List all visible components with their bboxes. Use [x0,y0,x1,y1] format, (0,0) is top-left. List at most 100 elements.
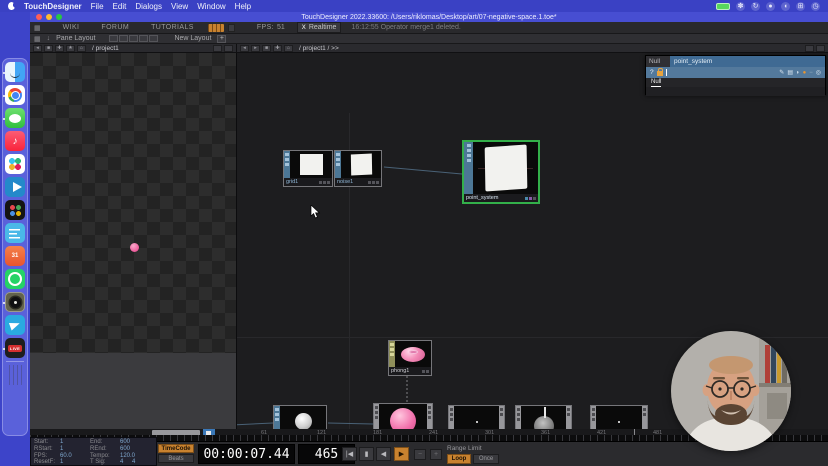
music-icon[interactable]: ♪ [5,131,25,151]
tsig-value-1[interactable]: 4 [120,459,132,466]
status-icon-3[interactable]: ● [766,2,775,11]
finder-icon[interactable] [5,62,25,82]
menu-help[interactable]: Help [235,2,251,11]
chrome-icon[interactable] [5,85,25,105]
geometry-viewport[interactable] [30,53,237,429]
beats-mode-button[interactable]: Beats [158,454,194,463]
lock-icon[interactable] [657,71,663,76]
parameter-dialog[interactable]: Null point_system ? ✎ ▤ ◗ ● − ◎ [645,55,826,95]
app-menu-icon[interactable]: ▦ [34,24,41,32]
node-noise1[interactable]: noise1 [334,150,382,187]
calendar-icon[interactable]: 31 [5,246,25,266]
start-value[interactable]: 1 [60,439,90,446]
play-forward-button[interactable]: ▶ [394,447,409,461]
node-input-rail[interactable] [464,142,473,194]
menu-app-name[interactable]: TouchDesigner [24,2,82,11]
layout-preset-3[interactable] [129,35,138,42]
network-pane-path[interactable]: / project1 / >> [299,45,339,52]
menu-window[interactable]: Window [197,2,225,11]
step-back-button[interactable]: − [414,449,426,460]
messages-icon[interactable] [5,108,25,128]
apple-icon[interactable] [8,2,15,10]
forum-link[interactable]: FORUM [101,24,129,31]
node-point-system[interactable]: point_system [462,140,540,204]
node-flags[interactable] [422,370,429,373]
node-phong1[interactable]: phong1 [388,340,432,376]
op-name-field[interactable]: point_system [670,56,825,67]
window-titlebar[interactable]: TouchDesigner 2022.33600: /Users/rikloma… [30,12,828,22]
touchdesigner-dock-icon[interactable] [5,292,25,312]
pane-back-icon[interactable]: ◂ [33,45,42,52]
telegram-icon[interactable] [5,315,25,335]
timecode-mode-button[interactable]: TimeCode [158,444,194,453]
slack-icon[interactable] [5,154,25,174]
node-grid1[interactable]: grid1 [283,150,333,187]
edit-icon[interactable]: ✎ [779,69,784,76]
pane-back-icon[interactable]: ◂ [240,45,249,52]
layout-preset-1[interactable] [109,35,118,42]
layout-preset-2[interactable] [119,35,128,42]
pane-home-icon[interactable]: ⌂ [77,45,86,52]
trash-icon[interactable] [5,365,25,385]
meter-box-icon[interactable] [228,24,235,32]
pane-stop-icon[interactable]: ■ [44,45,53,52]
node-flags[interactable] [368,181,379,184]
rstart-value[interactable]: 1 [60,446,90,453]
play-reverse-button[interactable]: ◀ [376,447,391,461]
help-icon[interactable]: ? [650,69,654,76]
status-icon-2[interactable]: ↻ [751,2,760,11]
jump-to-start-button[interactable]: |◀ [342,447,357,461]
layout-preset-4[interactable] [139,35,148,42]
end-value[interactable]: 600 [120,439,140,446]
status-icon-1[interactable]: ✽ [736,2,745,11]
pane-option-icon-2[interactable] [224,45,233,52]
battery-icon[interactable] [716,3,730,10]
expression-icon[interactable]: ● [803,70,807,76]
performance-meter-icon[interactable] [208,24,224,32]
add-layout-button[interactable]: + [217,35,226,43]
pane-star-icon[interactable]: ★ [66,45,75,52]
menu-view[interactable]: View [171,2,188,11]
settings-icon[interactable]: ◎ [816,69,821,76]
pane-split-icon[interactable]: ✚ [273,45,282,52]
node-flags[interactable] [525,197,536,200]
pause-button[interactable]: ▮ [359,447,374,461]
timeline-settings-panel[interactable]: Start: 1 End: 600 RStart: 1 REnd: 600 FP… [30,437,157,466]
pane-option-icon-1[interactable] [213,45,222,52]
tutorials-link[interactable]: TUTORIALS [151,24,194,31]
layout-preset-5[interactable] [149,35,158,42]
realtime-toggle[interactable]: X Realtime [297,22,342,33]
launcher-app-icon[interactable] [5,200,25,220]
once-button[interactable]: Once [473,454,499,464]
vscode-icon[interactable] [5,177,25,197]
rend-value[interactable]: 600 [120,446,140,453]
step-forward-button[interactable]: + [430,449,442,460]
fps-value[interactable]: 60.0 [60,453,90,460]
whatsapp-icon[interactable] [5,269,25,289]
pane-split-icon[interactable]: ✚ [55,45,64,52]
new-layout-label[interactable]: New Layout [174,35,211,42]
pane-stop-icon[interactable]: ■ [262,45,271,52]
wiki-link[interactable]: WIKI [63,24,80,31]
tsig-value-2[interactable]: 4 [132,459,144,466]
menu-dialogs[interactable]: Dialogs [135,2,162,11]
minimize-icon[interactable]: − [809,70,813,76]
node-flags[interactable] [319,181,330,184]
language-icon[interactable]: ◗ [796,70,800,76]
loop-button[interactable]: Loop [447,454,471,464]
tempo-value[interactable]: 120.0 [120,453,140,460]
save-layout-icon[interactable]: ↓ [47,35,51,42]
left-pane-path[interactable]: / project1 [92,45,119,52]
pane-option-icon-1[interactable] [805,45,814,52]
pane-home-icon[interactable]: ⌂ [284,45,293,52]
pane-option-icon-2[interactable] [816,45,825,52]
layout-grid-icon[interactable]: ▦ [34,35,41,43]
notes-app-icon[interactable] [5,223,25,243]
pane-fwd-icon[interactable]: ▸ [251,45,260,52]
menu-edit[interactable]: Edit [113,2,127,11]
comment-icon[interactable]: ▤ [787,69,793,76]
param-page-tab[interactable]: Null [651,79,661,87]
clock-icon[interactable]: ◷ [811,2,820,11]
menu-file[interactable]: File [91,2,104,11]
status-icon-4[interactable]: ◖ [781,2,790,11]
